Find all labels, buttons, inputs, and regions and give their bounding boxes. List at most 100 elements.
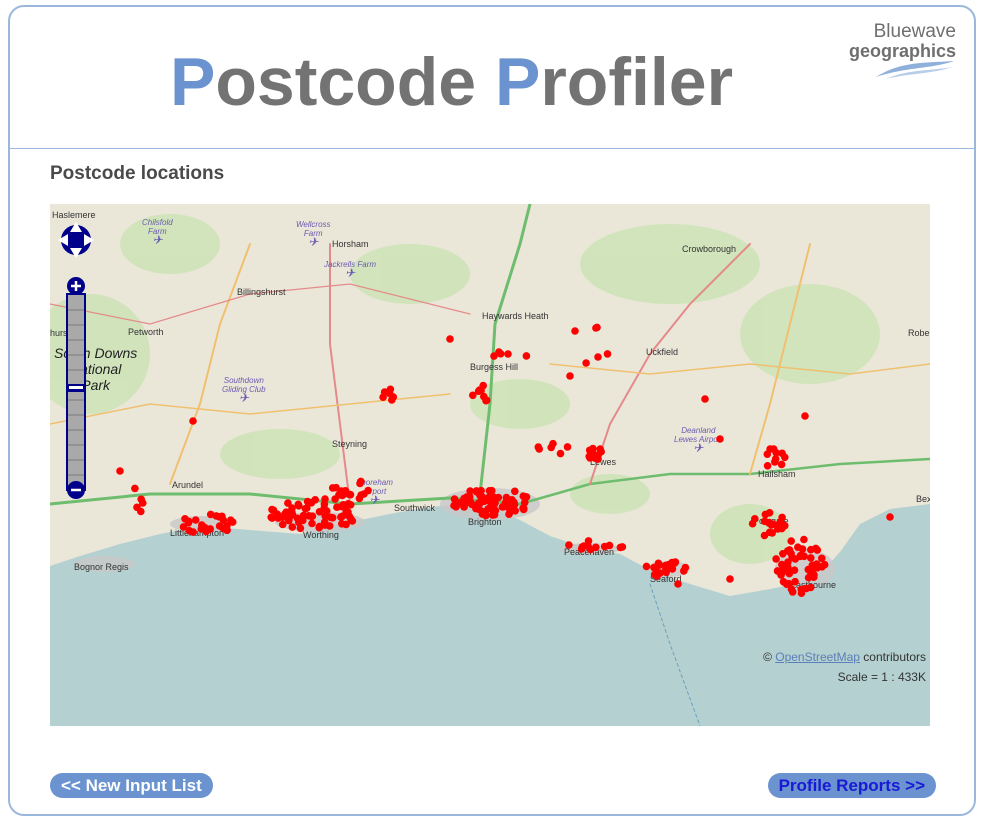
pan-control[interactable] [58,222,94,258]
postcode-marker [315,522,324,531]
postcode-marker [565,541,573,549]
postcode-marker [577,545,586,553]
postcode-marker [308,519,316,528]
logo-line-1: Bluewave [873,21,956,42]
postcode-marker [807,545,815,554]
postcode-marker [571,327,579,335]
postcode-marker [338,512,347,520]
postcode-marker [886,513,894,521]
postcode-marker [726,575,734,583]
postcode-marker [674,580,682,588]
postcode-marker [305,512,313,520]
postcode-marker [654,559,663,568]
map-view[interactable]: Haslemere Horsham Crowborough Billingshurst… [50,204,930,726]
bluewave-logo: Bluewave geographics [846,19,956,79]
postcode-marker [563,443,572,451]
postcode-marker [323,507,331,515]
title-letter-p1: P [170,44,216,120]
postcode-marker [774,525,782,533]
postcode-marker [594,353,602,361]
postcode-marker [794,543,802,551]
postcode-marker [189,528,197,536]
postcode-marker [519,492,528,501]
postcode-marker [325,522,334,530]
postcode-marker [116,467,124,475]
postcode-marker [179,523,188,531]
postcode-marker [328,484,337,492]
postcode-marker [605,541,614,550]
postcode-marker [520,498,529,507]
postcode-marker [206,525,214,533]
postcode-marker [765,528,774,537]
postcode-markers [116,323,894,597]
postcode-marker [586,454,594,462]
postcode-marker [490,352,498,360]
page-title: Postcode Profiler [170,43,733,121]
profile-reports-button[interactable]: Profile Reports >> [767,773,936,798]
postcode-marker [549,439,557,448]
postcode-marker [508,501,516,510]
postcode-marker [131,484,139,493]
zoom-out-button[interactable] [67,481,85,499]
postcode-marker [751,515,759,523]
postcode-marker [346,490,355,499]
postcode-marker [466,487,474,495]
zoom-in-button[interactable] [67,277,85,295]
postcode-marker [761,510,770,519]
postcode-marker [389,393,398,401]
postcode-marker [765,518,774,527]
postcode-marker [328,514,337,522]
postcode-marker [603,350,612,358]
postcode-marker [820,560,829,569]
postcode-marker [320,500,329,509]
postcode-marker [450,495,459,503]
postcode-marker [668,565,677,573]
postcode-marker [642,562,651,571]
postcode-marker [785,579,793,588]
postcode-marker [486,498,495,507]
postcode-marker [778,513,786,522]
postcode-marker [346,501,355,509]
postcode-marker [460,499,469,508]
postcode-marker [485,487,494,495]
postcode-marker [781,453,789,462]
postcode-marker [481,507,489,516]
postcode-marker [797,585,806,594]
postcode-marker [496,350,505,358]
postcode-marker [357,491,365,499]
postcode-marker [766,445,774,453]
postcode-marker [771,458,779,466]
postcode-marker [482,396,490,405]
section-heading: Postcode locations [50,163,225,184]
postcode-marker [315,508,324,516]
postcode-marker [299,516,307,525]
new-input-list-button[interactable]: << New Input List [50,773,213,798]
postcode-marker [807,554,815,562]
postcode-marker [618,543,627,551]
postcode-marker [288,523,297,531]
map-zoom-control[interactable] [58,210,94,500]
map-scale: Scale = 1 : 433K [837,670,926,684]
postcode-marker [784,558,792,566]
postcode-marker [594,455,602,463]
postcode-marker [206,510,215,519]
postcode-marker [522,352,531,360]
postcode-marker [716,435,724,443]
postcode-marker [279,513,287,521]
postcode-marker [777,460,786,469]
header: Postcode Profiler Bluewave geographics [10,7,974,149]
postcode-marker [488,505,497,514]
postcode-marker [787,537,795,545]
postcode-marker [267,513,275,522]
postcode-marker [806,583,815,592]
postcode-marker [511,487,519,496]
postcode-marker [589,444,597,453]
postcode-marker [307,499,316,507]
openstreetmap-link[interactable]: OpenStreetMap [775,650,860,664]
postcode-marker [356,479,364,488]
postcode-marker [801,412,809,420]
postcode-marker [779,550,787,558]
postcode-marker [364,486,372,495]
postcode-marker [813,546,822,554]
postcode-marker [198,521,206,529]
